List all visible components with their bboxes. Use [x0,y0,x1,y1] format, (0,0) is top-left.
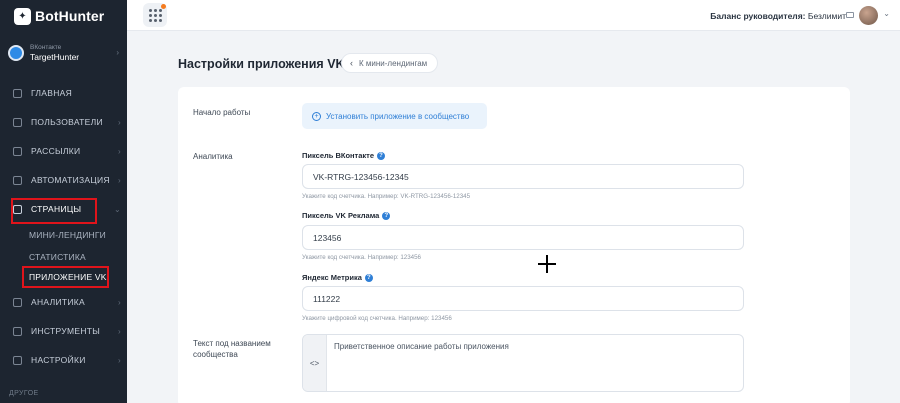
sidebar-item-users[interactable]: ПОЛЬЗОВАТЕЛИ › [0,113,127,131]
pixel-vk-label: Пиксель ВКонтакте ? [302,151,386,160]
account-network: ВКонтакте [30,44,62,51]
balance-label: Баланс руководителя: [710,11,806,21]
account-name: TargetHunter [30,52,80,62]
account-switcher[interactable]: ВКонтакте TargetHunter › [8,42,123,64]
analytics-icon [13,297,22,307]
back-button-label: К мини-лендингам [359,58,428,68]
sidebar-item-label: ПОЛЬЗОВАТЕЛИ [31,117,103,127]
yandex-metrika-input[interactable]: 111222 [302,286,744,311]
user-avatar[interactable] [859,6,878,25]
highlight-pages [11,198,97,224]
yandex-metrika-label-text: Яндекс Метрика [302,273,362,282]
install-app-button[interactable]: + Установить приложение в сообщество [302,103,487,129]
pixel-vk-ads-label-text: Пиксель VK Реклама [302,211,380,220]
sidebar-subitem-statistics[interactable]: СТАТИСТИКА [29,252,86,262]
notification-dot [161,4,166,9]
pixel-vk-hint: Укажите код счетчика. Например: VK-RTRG-… [302,193,471,200]
description-label-line2: сообщества [193,350,238,359]
apps-grid-icon [148,8,162,22]
chevron-down-icon: ⌄ [113,204,121,214]
analytics-label: Аналитика [193,152,233,161]
sidebar-item-label: ГЛАВНАЯ [31,88,73,98]
settings-icon [13,355,22,365]
account-avatar-icon [8,45,24,61]
chevron-right-icon: › [118,355,121,365]
mail-icon[interactable] [846,12,854,18]
sidebar-item-mailings[interactable]: РАССЫЛКИ › [0,142,127,160]
start-label: Начало работы [193,108,251,117]
automation-icon [13,175,22,185]
yandex-metrika-hint: Укажите цифровой код счетчика. Например:… [302,315,452,322]
sidebar-subitem-mini-landings[interactable]: МИНИ-ЛЕНДИНГИ [29,230,106,240]
mouse-cursor-crosshair [538,255,556,273]
pixel-vk-ads-label: Пиксель VK Реклама ? [302,211,391,220]
plus-circle-icon: + [312,111,321,121]
yandex-metrika-label: Яндекс Метрика ? [302,273,373,282]
help-icon[interactable]: ? [364,273,373,282]
help-icon[interactable]: ? [382,211,391,220]
sidebar-item-label: АНАЛИТИКА [31,297,85,307]
send-icon [13,146,22,156]
back-to-landings-button[interactable]: ‹ К мини-лендингам [341,53,438,73]
pixel-vk-ads-input[interactable]: 123456 [302,225,744,250]
sidebar-item-automation[interactable]: АВТОМАТИЗАЦИЯ › [0,171,127,189]
chevron-right-icon: › [118,146,121,156]
sidebar-item-label: АВТОМАТИЗАЦИЯ [31,175,110,185]
sidebar-item-label: РАССЫЛКИ [31,146,81,156]
sidebar-item-settings[interactable]: НАСТРОЙКИ › [0,351,127,369]
sidebar-section-other: ДРУГОЕ [9,390,39,397]
chevron-right-icon: › [118,117,121,127]
page-title: Настройки приложения VK [178,57,345,71]
highlight-vk-app [22,266,109,288]
description-label: Текст под названием сообщества [193,338,271,360]
home-icon [13,88,22,98]
tools-icon [13,326,22,336]
pixel-vk-label-text: Пиксель ВКонтакте [302,151,375,160]
pixel-vk-input[interactable]: VK-RTRG-123456-12345 [302,164,744,189]
balance-value: Безлимит [807,11,846,21]
description-label-line1: Текст под названием [193,339,271,348]
balance-info: Баланс руководителя: Безлимит [710,11,846,21]
chevron-right-icon: › [118,297,121,307]
bothunter-logo-icon: ✦ [14,7,31,25]
chevron-right-icon: › [118,326,121,336]
sidebar-item-label: НАСТРОЙКИ [31,355,86,365]
settings-card: Начало работы + Установить приложение в … [178,87,850,403]
sidebar-item-label: ИНСТРУМЕНТЫ [31,326,101,336]
app-logo[interactable]: ✦ BotHunter [14,6,104,26]
sidebar-item-analytics[interactable]: АНАЛИТИКА › [0,293,127,311]
pixel-vk-ads-hint: Укажите код счетчика. Например: 123456 [302,254,421,261]
sidebar-item-home[interactable]: ГЛАВНАЯ [0,84,127,102]
users-icon [13,117,22,127]
apps-button[interactable] [143,3,167,27]
app-name: BotHunter [35,8,105,24]
chevron-left-icon: ‹ [350,58,353,68]
chevron-right-icon: › [116,48,119,57]
description-text: Приветственное описание работы приложени… [334,342,509,351]
chevron-right-icon: › [118,175,121,185]
help-icon[interactable]: ? [377,151,386,160]
install-button-label: Установить приложение в сообщество [326,111,470,121]
chevron-down-icon[interactable]: ⌄ [883,9,890,18]
sidebar: ✦ BotHunter ВКонтакте TargetHunter › ГЛА… [0,0,127,403]
description-textarea[interactable]: <> Приветственное описание работы прилож… [302,334,744,392]
sidebar-item-tools[interactable]: ИНСТРУМЕНТЫ › [0,322,127,340]
topbar: Баланс руководителя: Безлимит ⌄ [127,0,900,31]
code-toggle-button[interactable]: <> [303,335,327,391]
